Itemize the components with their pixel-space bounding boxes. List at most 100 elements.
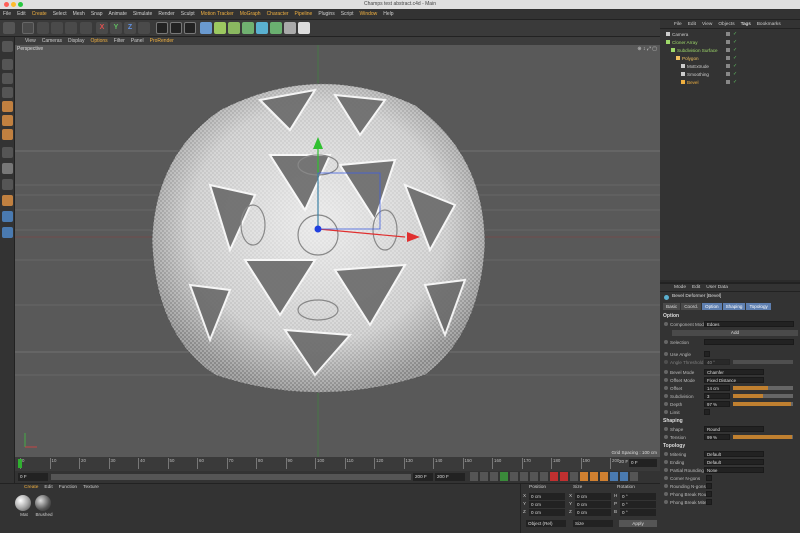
menu-motion-tracker[interactable]: Motion Tracker	[201, 11, 234, 17]
coord-pos-field[interactable]: 0 cm	[529, 501, 565, 508]
deformer-icon[interactable]	[256, 22, 268, 34]
depth-field[interactable]: 97 %	[704, 401, 730, 407]
material-menu-function[interactable]: Function	[59, 485, 77, 492]
use-angle-checkbox[interactable]	[704, 351, 710, 357]
visibility-toggle-icon[interactable]	[726, 48, 730, 52]
visibility-toggle-icon[interactable]	[726, 64, 730, 68]
enable-check-icon[interactable]: ✓	[733, 31, 737, 37]
attribute-menu-edit[interactable]: Edit	[692, 285, 700, 291]
record-keys-icon[interactable]	[550, 472, 558, 481]
go-to-end-icon[interactable]	[530, 472, 538, 481]
end-frame-field-b[interactable]: 200 F	[435, 473, 465, 481]
cube-object-icon[interactable]	[200, 22, 212, 34]
frame-field[interactable]: 0 F	[629, 459, 657, 467]
menu-sculpt[interactable]: Sculpt	[181, 11, 195, 17]
coord-pos-field[interactable]: 0 cm	[529, 493, 565, 500]
angle-threshold-slider[interactable]	[733, 360, 793, 364]
size-mode-dropdown[interactable]: Size	[573, 520, 613, 527]
play-icon[interactable]	[500, 472, 508, 481]
menu-character[interactable]: Character	[267, 11, 289, 17]
ending-dropdown[interactable]: Default	[704, 459, 764, 465]
axis-z-button[interactable]: Z	[124, 22, 136, 34]
go-to-start-icon[interactable]	[470, 472, 478, 481]
menu-simulate[interactable]: Simulate	[133, 11, 152, 17]
menu-file[interactable]: File	[3, 11, 11, 17]
cloner-icon[interactable]	[242, 22, 254, 34]
menu-animate[interactable]: Animate	[109, 11, 127, 17]
coord-rot-field[interactable]: 0 °	[620, 493, 656, 500]
recent-tools-icon[interactable]	[80, 22, 92, 34]
workplane-icon[interactable]	[2, 87, 13, 98]
visibility-toggle-icon[interactable]	[726, 32, 730, 36]
add-button[interactable]: Add	[672, 330, 798, 336]
tweak-icon[interactable]	[2, 163, 13, 174]
rotation-key-icon[interactable]	[600, 472, 608, 481]
timeline-menu-icon[interactable]	[630, 472, 638, 481]
coordinate-system-icon[interactable]	[138, 22, 150, 34]
object-tree-row[interactable]: Subdivision Surface ✓	[660, 46, 800, 54]
enable-check-icon[interactable]: ✓	[733, 71, 737, 77]
tab-topology[interactable]: Topology	[746, 303, 771, 310]
attribute-menu-user-data[interactable]: User Data	[706, 285, 728, 291]
viewport-menu-display[interactable]: Display	[68, 38, 84, 44]
axis-x-button[interactable]: X	[96, 22, 108, 34]
enable-check-icon[interactable]: ✓	[733, 79, 737, 85]
environment-icon[interactable]	[270, 22, 282, 34]
tension-field[interactable]: 99 %	[704, 434, 730, 440]
autokey-icon[interactable]	[560, 472, 568, 481]
keyframe-selection-icon[interactable]	[570, 472, 578, 481]
object-tree-row[interactable]: Smoothing ✓	[660, 70, 800, 78]
minimize-window-button[interactable]	[11, 2, 16, 7]
object-tree-row[interactable]: MxExtrude ✓	[660, 62, 800, 70]
depth-slider[interactable]	[733, 402, 793, 406]
pla-key-icon[interactable]	[620, 472, 628, 481]
menu-pipeline[interactable]: Pipeline	[295, 11, 313, 17]
object-menu-view[interactable]: View	[702, 22, 712, 28]
enable-axis-icon[interactable]	[2, 147, 13, 158]
tension-slider[interactable]	[733, 435, 793, 439]
menu-render[interactable]: Render	[158, 11, 174, 17]
object-menu-tags[interactable]: Tags	[741, 22, 751, 28]
visibility-toggle-icon[interactable]	[726, 40, 730, 44]
viewport-menu-filter[interactable]: Filter	[114, 38, 125, 44]
rotate-icon[interactable]	[65, 22, 77, 34]
scale-icon[interactable]	[51, 22, 63, 34]
planar-workplane-icon[interactable]	[2, 211, 13, 222]
visibility-toggle-icon[interactable]	[726, 80, 730, 84]
enable-check-icon[interactable]: ✓	[733, 47, 737, 53]
live-selection-icon[interactable]	[22, 22, 34, 34]
mitering-dropdown[interactable]: Default	[704, 451, 764, 457]
tab-option[interactable]: Option	[702, 303, 722, 310]
topology-checkbox[interactable]	[706, 499, 712, 505]
material-thumb-mat[interactable]	[15, 495, 31, 511]
render-picture-viewer-icon[interactable]	[170, 22, 182, 34]
offset-mode-dropdown[interactable]: Fixed Distance	[704, 377, 764, 383]
viewport-menu-view[interactable]: View	[25, 38, 36, 44]
subdivision-surface-icon[interactable]	[228, 22, 240, 34]
workplane-lock-icon[interactable]	[2, 195, 13, 206]
model-mode-icon[interactable]	[2, 59, 13, 70]
topology-checkbox[interactable]	[706, 475, 712, 481]
3d-viewport[interactable]: Perspective Grid Spacing : 100 cm ⊕ ↕ ⤢ …	[15, 45, 660, 457]
object-name-label[interactable]: Camera	[672, 32, 727, 37]
viewport-menu-prorender[interactable]: ProRender	[150, 38, 174, 44]
apply-button[interactable]: Apply	[619, 520, 657, 527]
parameter-key-icon[interactable]	[610, 472, 618, 481]
zoom-window-button[interactable]	[18, 2, 23, 7]
end-frame-field-a[interactable]: 200 F	[413, 473, 433, 481]
viewport-menu-options[interactable]: Options	[90, 38, 107, 44]
partial-rounding-dropdown[interactable]: None	[704, 467, 764, 473]
object-name-label[interactable]: Subdivision Surface	[677, 48, 732, 53]
menu-snap[interactable]: Snap	[91, 11, 103, 17]
previous-frame-icon[interactable]	[490, 472, 498, 481]
shape-dropdown[interactable]: Round	[704, 426, 764, 432]
render-settings-icon[interactable]	[184, 22, 196, 34]
start-frame-field[interactable]: 0 F	[18, 473, 48, 481]
scale-key-icon[interactable]	[590, 472, 598, 481]
menu-plugins[interactable]: Plugins	[318, 11, 334, 17]
subdivision-slider[interactable]	[733, 394, 793, 398]
timeline-ruler[interactable]: 0 10 20 30 40 50 60 70 80 90 100 110 120 130 140 150 160…	[15, 457, 660, 471]
menu-help[interactable]: Help	[383, 11, 393, 17]
object-tree-row[interactable]: Cloner Array ✓	[660, 38, 800, 46]
make-editable-icon[interactable]	[2, 41, 13, 52]
